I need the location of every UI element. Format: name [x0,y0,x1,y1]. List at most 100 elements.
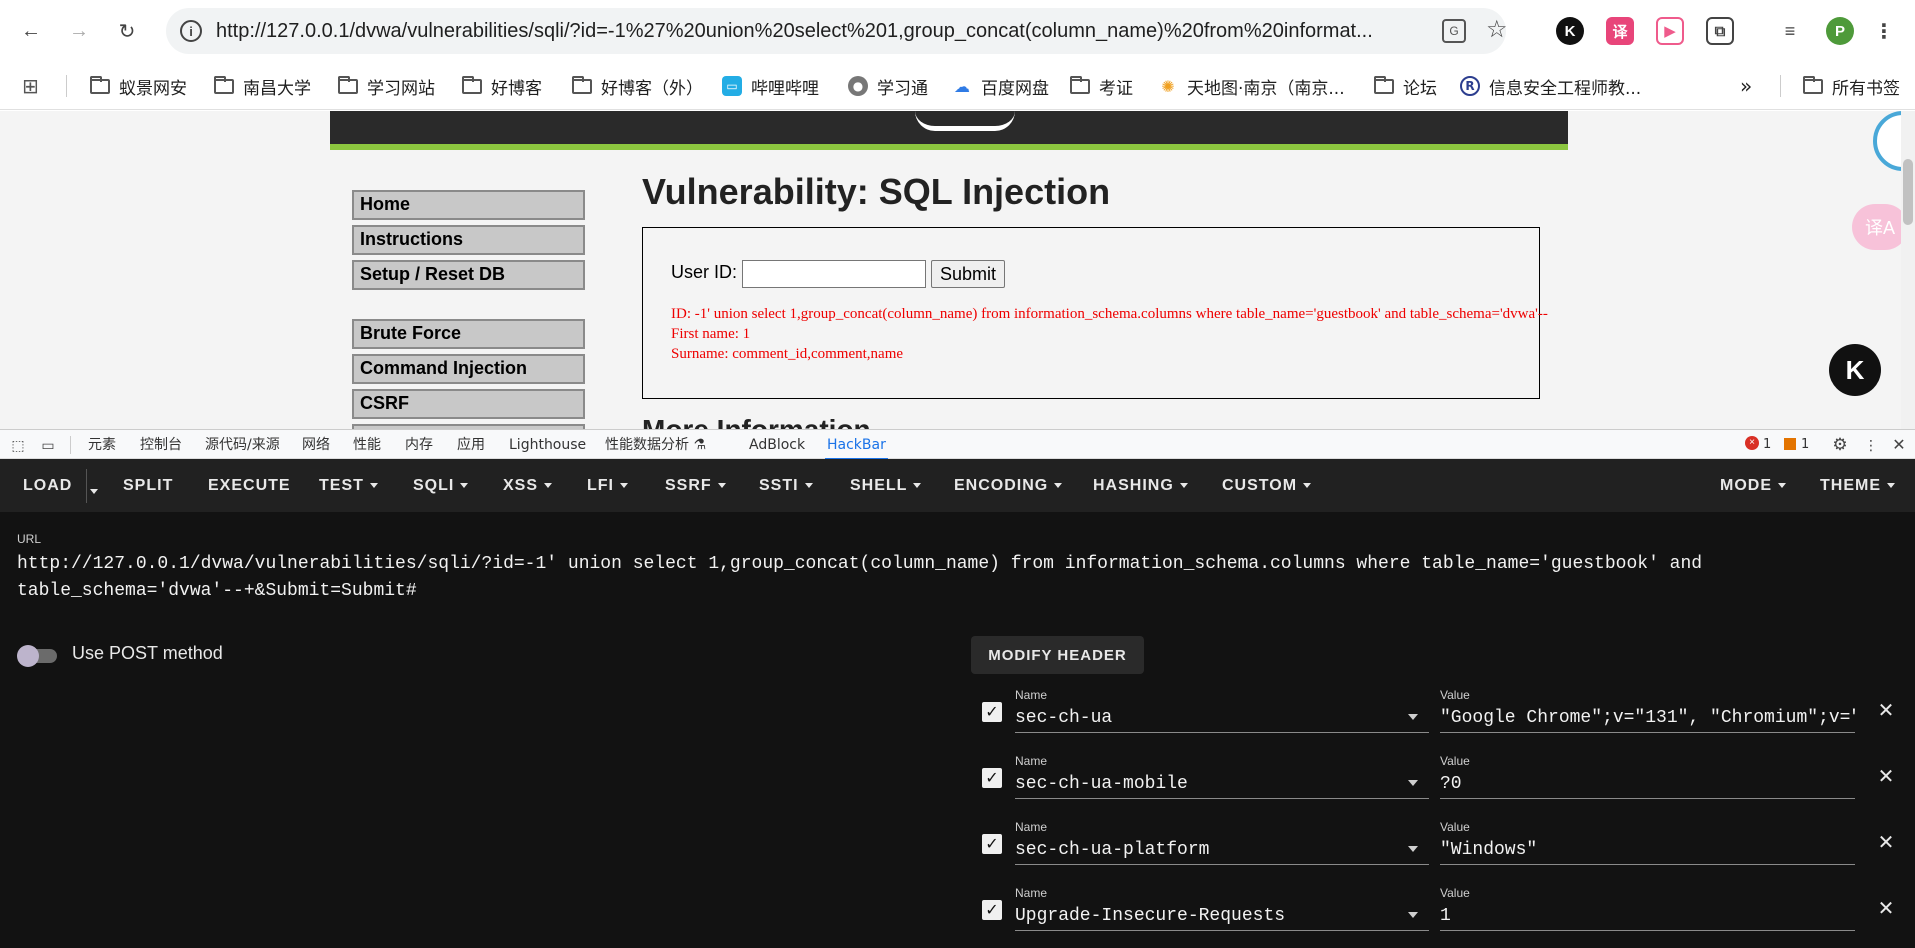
devtools-menu-icon[interactable]: ⋮ [1862,436,1880,454]
tab-performance[interactable]: 性能 [353,430,381,460]
inspect-element-icon[interactable]: ⬚ [9,436,27,454]
error-icon[interactable]: × [1745,436,1759,450]
delete-header-icon[interactable]: ✕ [1874,896,1898,920]
menu-setup-reset-db[interactable]: Setup / Reset DB [352,260,585,290]
error-count[interactable]: 1 [1763,430,1771,460]
tab-memory[interactable]: 内存 [405,430,433,460]
tab-console[interactable]: 控制台 [140,430,182,460]
modify-header-button[interactable]: MODIFY HEADER [971,636,1144,674]
reload-icon[interactable]: ↻ [108,12,146,50]
tab-performance-insights[interactable]: 性能数据分析 ⚗ [605,430,706,460]
settings-gear-icon[interactable]: ⚙ [1831,435,1849,454]
sqli-menu[interactable]: SQLI [413,477,469,495]
tab-sources[interactable]: 源代码/来源 [205,430,280,460]
address-bar[interactable]: i http://127.0.0.1/dvwa/vulnerabilities/… [166,8,1508,54]
close-devtools-icon[interactable]: ✕ [1890,436,1908,454]
url-textarea[interactable]: http://127.0.0.1/dvwa/vulnerabilities/sq… [17,551,1717,605]
header-enabled-checkbox[interactable]: ✓ [982,900,1002,920]
floating-translate-icon[interactable]: 译A [1852,204,1908,250]
load-dropdown-icon[interactable] [90,483,98,501]
profile-avatar[interactable]: P [1826,17,1854,45]
bookmark-item[interactable]: 考证 [1070,73,1133,99]
userid-input[interactable] [742,260,926,288]
back-icon[interactable]: ← [12,12,50,50]
delete-header-icon[interactable]: ✕ [1874,830,1898,854]
submit-button[interactable]: Submit [931,260,1006,288]
forward-icon[interactable]: → [60,12,98,50]
header-value-field[interactable]: ?0 [1440,769,1855,799]
bookmark-item[interactable]: 论坛 [1374,73,1437,99]
bookmark-item[interactable]: 好博客（外） [572,73,703,99]
header-value-field[interactable]: 1 [1440,901,1855,931]
header-enabled-checkbox[interactable]: ✓ [982,702,1002,722]
bookmarks-overflow-button[interactable]: » [1740,73,1752,99]
scrollbar-thumb[interactable] [1903,159,1913,225]
tab-network[interactable]: 网络 [302,430,330,460]
tab-hackbar[interactable]: HackBar [825,430,888,460]
bookmark-item[interactable]: 南昌大学 [214,73,311,99]
load-button[interactable]: LOAD [23,477,72,495]
theme-menu[interactable]: THEME [1820,477,1895,495]
execute-button[interactable]: EXECUTE [208,477,291,495]
bookmark-item[interactable]: ● 学习通 [848,73,928,99]
header-name-field[interactable]: sec-ch-ua-platform [1015,835,1429,865]
menu-instructions[interactable]: Instructions [352,225,585,255]
tab-adblock[interactable]: AdBlock [749,430,805,460]
bookmark-item[interactable]: 蚁景网安 [90,73,187,99]
tab-application[interactable]: 应用 [457,430,485,460]
delete-header-icon[interactable]: ✕ [1874,764,1898,788]
tab-lighthouse[interactable]: Lighthouse [509,430,586,460]
header-enabled-checkbox[interactable]: ✓ [982,768,1002,788]
test-menu[interactable]: TEST [319,477,378,495]
header-enabled-checkbox[interactable]: ✓ [982,834,1002,854]
bookmark-item[interactable]: ▭ 哔哩哔哩 [722,73,819,99]
address-url[interactable]: http://127.0.0.1/dvwa/vulnerabilities/sq… [216,20,1386,43]
bookmark-item[interactable]: 好博客 [462,73,542,99]
menu-command-injection[interactable]: Command Injection [352,354,585,384]
header-value-field[interactable]: "Windows" [1440,835,1855,865]
chevron-down-icon[interactable] [1408,846,1418,852]
header-name-field[interactable]: sec-ch-ua-mobile [1015,769,1429,799]
hashing-menu[interactable]: HASHING [1093,477,1188,495]
device-toolbar-icon[interactable]: ▭ [39,436,57,454]
bookmark-item[interactable]: 学习网站 [338,73,435,99]
chevron-down-icon[interactable] [1408,780,1418,786]
header-name-field[interactable]: Upgrade-Insecure-Requests [1015,901,1429,931]
menu-brute-force[interactable]: Brute Force [352,319,585,349]
header-name-field[interactable]: sec-ch-ua [1015,703,1429,733]
translate-icon[interactable]: G [1442,19,1466,43]
mode-menu[interactable]: MODE [1720,477,1786,495]
encoding-menu[interactable]: ENCODING [954,477,1063,495]
custom-menu[interactable]: CUSTOM [1222,477,1312,495]
warning-count[interactable]: 1 [1801,430,1809,460]
split-button[interactable]: SPLIT [123,477,173,495]
extensions-puzzle-icon[interactable]: ⧉ [1706,17,1734,45]
lfi-menu[interactable]: LFI [587,477,628,495]
floating-k-icon[interactable]: K [1829,344,1881,396]
page-scrollbar[interactable] [1901,111,1915,429]
ssti-menu[interactable]: SSTI [759,477,813,495]
chevron-down-icon[interactable] [1408,714,1418,720]
media-control-icon[interactable]: ≡ [1776,17,1804,45]
tab-elements[interactable]: 元素 [88,430,116,460]
menu-csrf[interactable]: CSRF [352,389,585,419]
browser-menu-icon[interactable]: ⋮ [1870,17,1898,45]
extension-translate-icon[interactable]: 译 [1606,17,1634,45]
bookmark-item[interactable]: ✺ 天地图·南京（南京... [1158,73,1345,99]
header-value-field[interactable]: "Google Chrome";v="131", "Chromium";v=" [1440,703,1855,733]
shell-menu[interactable]: SHELL [850,477,922,495]
warning-icon[interactable] [1784,438,1796,450]
delete-header-icon[interactable]: ✕ [1874,698,1898,722]
bookmark-star-icon[interactable]: ☆ [1486,15,1508,44]
all-bookmarks-button[interactable]: 所有书签 [1803,73,1900,99]
ssrf-menu[interactable]: SSRF [665,477,726,495]
extension-video-icon[interactable]: ▶ [1656,17,1684,45]
menu-home[interactable]: Home [352,190,585,220]
bookmark-item[interactable]: R 信息安全工程师教... [1460,73,1641,99]
bookmark-item[interactable]: ☁ 百度网盘 [952,73,1049,99]
xss-menu[interactable]: XSS [503,477,553,495]
post-method-toggle[interactable] [17,645,59,667]
site-info-icon[interactable]: i [180,20,202,42]
chevron-down-icon[interactable] [1408,912,1418,918]
apps-grid-icon[interactable]: ⊞ [22,73,39,99]
